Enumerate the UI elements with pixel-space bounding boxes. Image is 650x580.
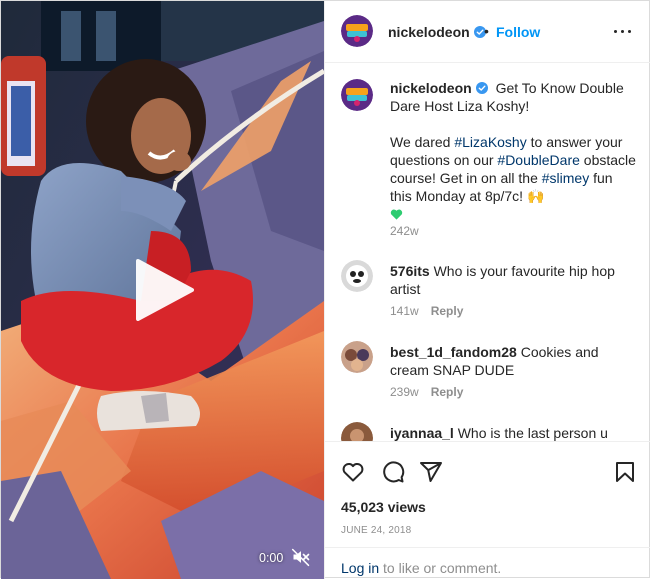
- green-heart-icon: [390, 209, 403, 220]
- comment-text: 576its Who is your favourite hip hop art…: [390, 262, 638, 298]
- hashtag-doubledare[interactable]: #DoubleDare: [497, 152, 580, 168]
- separator-dot: •: [484, 23, 489, 39]
- bookmark-icon[interactable]: [613, 460, 637, 484]
- post-actions: 45,023 views JUNE 24, 2018 Log in to lik…: [325, 441, 650, 579]
- commenter-avatar[interactable]: [341, 341, 373, 373]
- post-sidebar: nickelodeon • Follow nickelodeon Get To …: [324, 1, 650, 579]
- instagram-post: 0:00 nickelodeon • Follow nickelodeon Ge…: [0, 0, 650, 579]
- video-timestamp: 0:00: [259, 551, 284, 565]
- login-prompt: Log in to like or comment.: [325, 547, 650, 580]
- comment-username[interactable]: best_1d_fandom28: [390, 344, 517, 360]
- comment-username[interactable]: iyannaa_l: [390, 425, 454, 441]
- caption-time: 242w: [390, 224, 419, 238]
- avatar-image: [341, 260, 373, 292]
- login-rest: to like or comment.: [379, 560, 502, 576]
- hashtag-slimey[interactable]: #slimey: [542, 170, 589, 186]
- caption-body-1: We dared: [390, 134, 455, 150]
- avatar-image: [341, 341, 373, 373]
- author-avatar[interactable]: [341, 15, 373, 47]
- comment-time: 239w: [390, 385, 419, 399]
- caption-meta: 242w: [390, 224, 419, 238]
- caption-avatar[interactable]: [341, 79, 373, 111]
- comment-text: iyannaa_l Who is the last person u dated: [390, 424, 638, 441]
- play-icon[interactable]: [132, 257, 196, 323]
- commenter-avatar[interactable]: [341, 260, 373, 292]
- reply-button[interactable]: Reply: [431, 385, 464, 399]
- nickelodeon-logo: [341, 79, 373, 111]
- post-header: nickelodeon • Follow: [325, 1, 650, 63]
- comment-text: best_1d_fandom28 Cookies and cream SNAP …: [390, 343, 638, 379]
- comment-meta: 239w Reply: [390, 385, 463, 399]
- author-username[interactable]: nickelodeon: [388, 24, 486, 40]
- comment-time: 141w: [390, 304, 419, 318]
- comments-list[interactable]: nickelodeon Get To Know Double Dare Host…: [325, 63, 650, 441]
- comment-icon[interactable]: [381, 460, 405, 484]
- caption-text: nickelodeon Get To Know Double Dare Host…: [390, 79, 638, 223]
- mute-icon[interactable]: [291, 547, 311, 567]
- caption-username[interactable]: nickelodeon: [390, 80, 472, 96]
- comment-meta: 141w Reply: [390, 304, 463, 318]
- share-icon[interactable]: [419, 460, 443, 484]
- comment-username[interactable]: 576its: [390, 263, 430, 279]
- heart-icon[interactable]: [341, 460, 365, 484]
- hashtag-lizakoshy[interactable]: #LizaKoshy: [454, 134, 526, 150]
- login-prompt-text: Log in to like or comment.: [341, 560, 501, 576]
- nickelodeon-logo: [341, 15, 373, 47]
- reply-button[interactable]: Reply: [431, 304, 464, 318]
- commenter-avatar[interactable]: [341, 422, 373, 441]
- verified-icon: [475, 82, 488, 94]
- follow-button[interactable]: Follow: [496, 24, 540, 40]
- post-date: JUNE 24, 2018: [341, 525, 412, 536]
- post-video[interactable]: 0:00: [1, 1, 324, 579]
- view-count[interactable]: 45,023 views: [341, 499, 426, 515]
- more-options-icon[interactable]: [612, 23, 634, 39]
- login-link[interactable]: Log in: [341, 560, 379, 576]
- avatar-image: [341, 422, 373, 441]
